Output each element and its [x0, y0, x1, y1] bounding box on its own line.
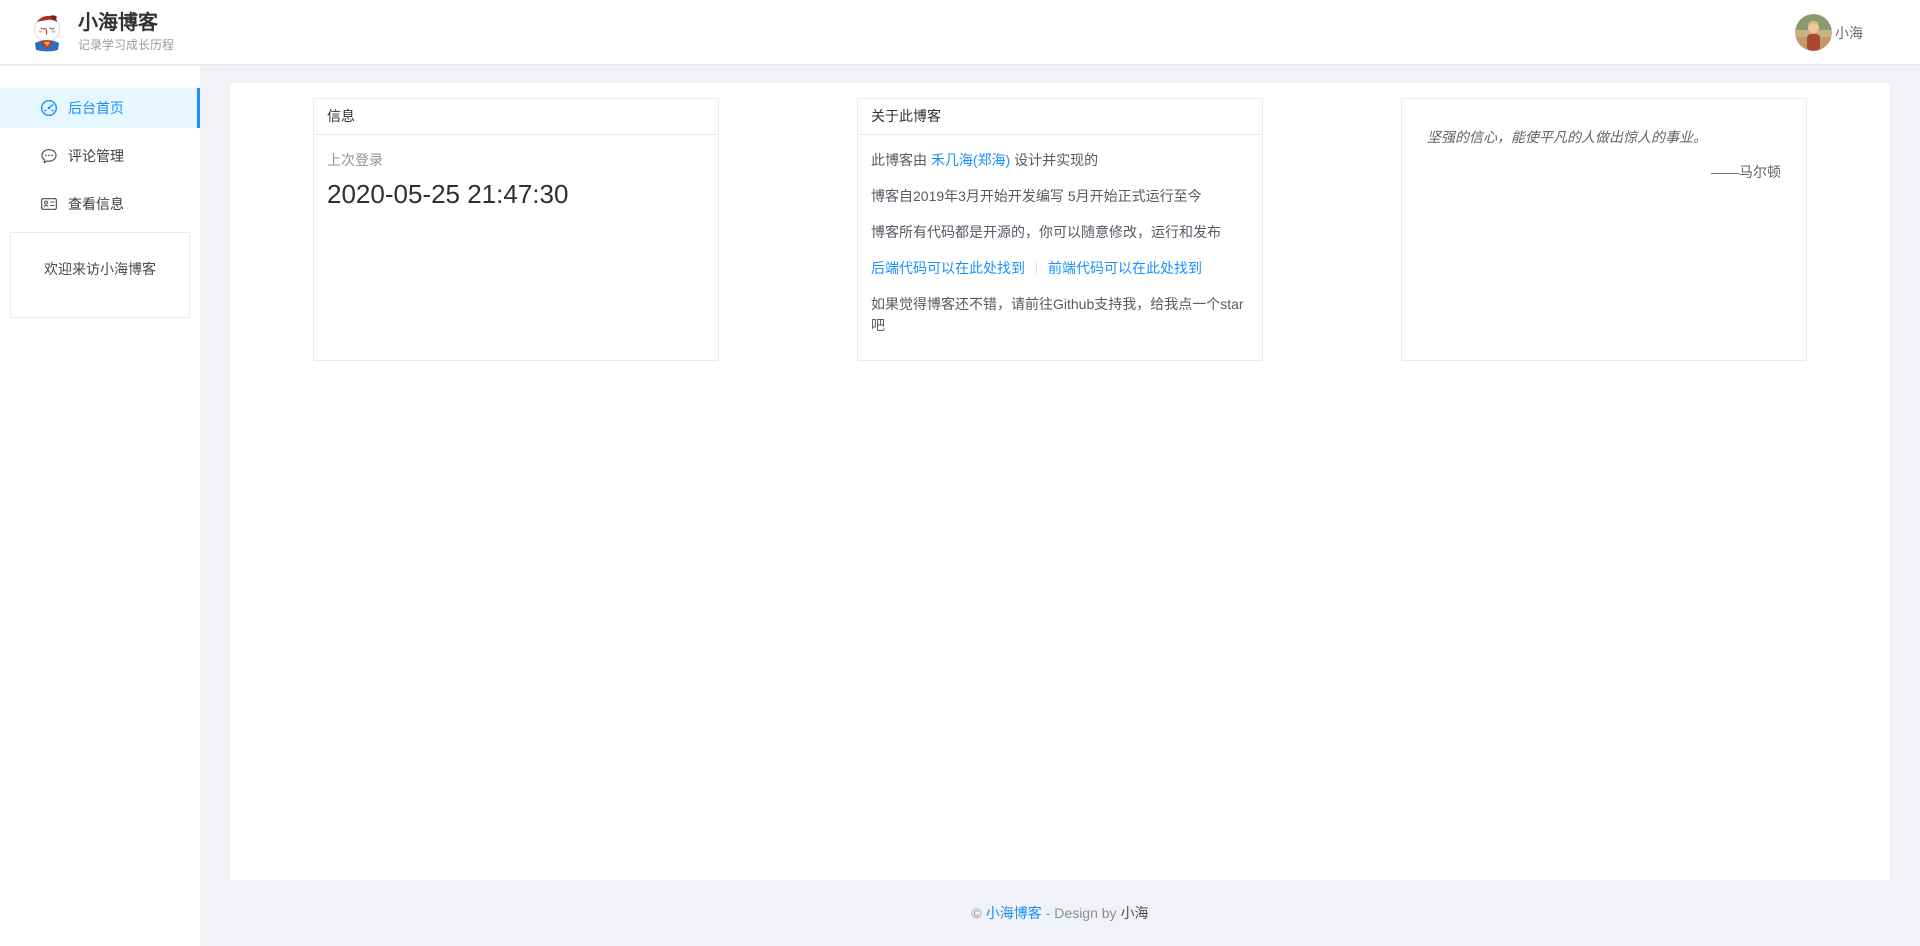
comments-icon	[40, 147, 58, 165]
quote-text: 坚强的信心，能使平凡的人做出惊人的事业。	[1427, 127, 1781, 148]
last-login-label: 上次登录	[327, 150, 705, 170]
about-line-star: 如果觉得博客还不错，请前往Github支持我，给我点一个star吧	[871, 294, 1249, 336]
dashboard-icon	[40, 99, 58, 117]
copyright-symbol: ©	[971, 905, 981, 921]
welcome-text: 欢迎来访小海博客	[44, 261, 156, 277]
header-user-area[interactable]: 小海	[1795, 0, 1863, 65]
about-line-history: 博客自2019年3月开始开发编写 5月开始正式运行至今	[871, 186, 1249, 207]
last-login-time: 2020-05-25 21:47:30	[327, 179, 705, 210]
header-user-name[interactable]: 小海	[1835, 23, 1863, 43]
quote-author: ——马尔顿	[1427, 162, 1781, 182]
info-card-icon	[40, 195, 58, 213]
sidebar-item-view-info[interactable]: 查看信息	[0, 184, 200, 224]
welcome-box: 欢迎来访小海博客	[10, 232, 190, 318]
about-line-opensource: 博客所有代码都是开源的，你可以随意修改，运行和发布	[871, 222, 1249, 243]
quote-card: 坚强的信心，能使平凡的人做出惊人的事业。 ——马尔顿	[1401, 98, 1807, 361]
sidebar-item-dashboard[interactable]: 后台首页	[0, 88, 200, 128]
about-card-title: 关于此博客	[858, 99, 1262, 135]
user-avatar[interactable]	[1795, 14, 1832, 51]
about-line-author: 此博客由 禾几海(郑海) 设计并实现的	[871, 150, 1249, 171]
link-divider	[1036, 262, 1037, 275]
main-panel: 信息 上次登录 2020-05-25 21:47:30 关于此博客 此博客由 禾…	[230, 83, 1890, 880]
author-link[interactable]: 禾几海(郑海)	[931, 152, 1010, 168]
site-titles: 小海博客 记录学习成长历程	[78, 11, 174, 53]
sidebar-item-label: 后台首页	[68, 98, 124, 118]
page-footer: © 小海博客 - Design by 小海	[200, 880, 1920, 946]
footer-middle-text: - Design by	[1046, 905, 1117, 921]
footer-site-link[interactable]: 小海博客	[986, 903, 1042, 923]
site-subtitle: 记录学习成长历程	[78, 37, 174, 53]
info-card: 信息 上次登录 2020-05-25 21:47:30	[313, 98, 719, 361]
app-header: 小海博客 记录学习成长历程 小海	[0, 0, 1920, 65]
cards-row: 信息 上次登录 2020-05-25 21:47:30 关于此博客 此博客由 禾…	[313, 98, 1807, 361]
about-line-links: 后端代码可以在此处找到 前端代码可以在此处找到	[871, 258, 1249, 279]
backend-code-link[interactable]: 后端代码可以在此处找到	[871, 260, 1025, 276]
sidebar-item-label: 评论管理	[68, 146, 124, 166]
sidebar: 后台首页 评论管理 查看信息 欢迎来访小海博客	[0, 66, 200, 946]
sidebar-item-label: 查看信息	[68, 194, 124, 214]
frontend-code-link[interactable]: 前端代码可以在此处找到	[1048, 260, 1202, 276]
site-title: 小海博客	[78, 11, 174, 35]
sidebar-item-comments[interactable]: 评论管理	[0, 136, 200, 176]
about-card: 关于此博客 此博客由 禾几海(郑海) 设计并实现的 博客自2019年3月开始开发…	[857, 98, 1263, 361]
site-logo-icon	[28, 12, 66, 52]
info-card-title: 信息	[314, 99, 718, 135]
footer-author: 小海	[1121, 903, 1149, 923]
